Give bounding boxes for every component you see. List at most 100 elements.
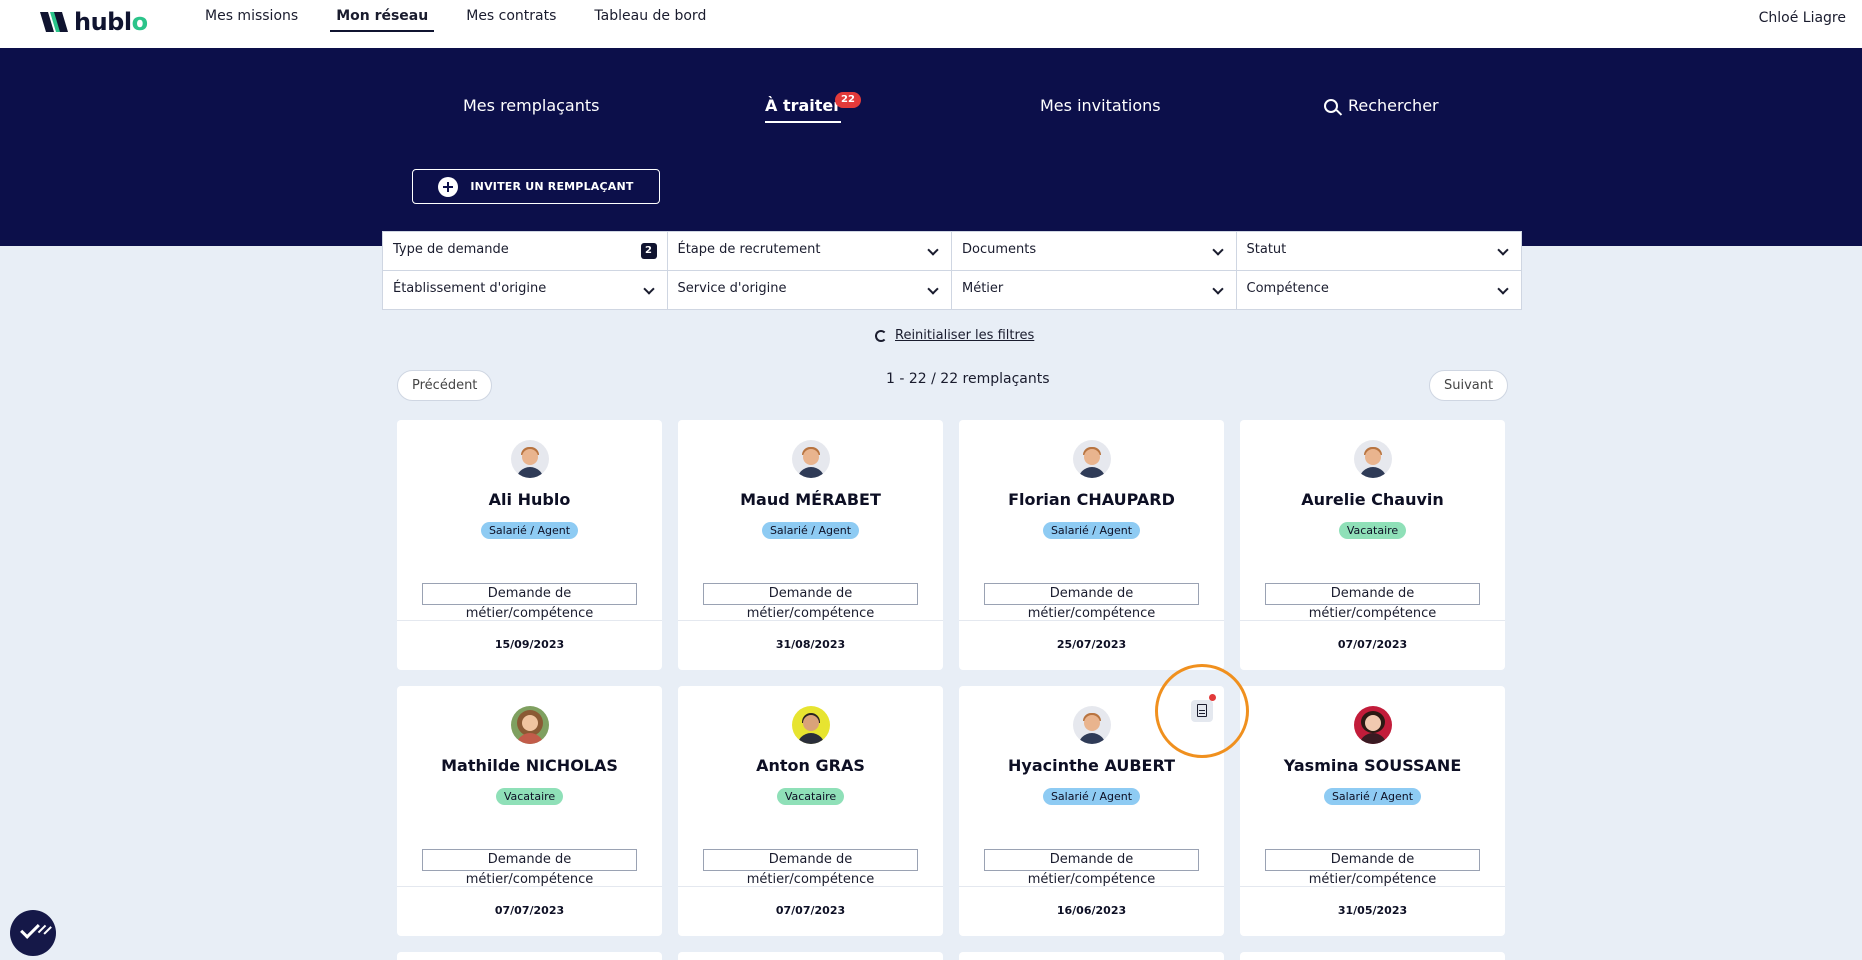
replacement-card[interactable]: Yasmina SOUSSANE Salarié / Agent Demande… — [1240, 686, 1505, 936]
avatar — [1072, 706, 1111, 744]
status-badge: Salarié / Agent — [1042, 522, 1141, 539]
previous-page-button[interactable]: Précédent — [397, 370, 493, 401]
request-tag: Demande de métier/compétence — [422, 849, 637, 887]
refresh-icon — [875, 329, 887, 342]
card-divider — [1240, 620, 1505, 621]
status-badge: Vacataire — [1338, 522, 1407, 539]
replacement-card[interactable]: Florian CHAUPARD Salarié / Agent Demande… — [959, 420, 1224, 670]
replacement-card[interactable] — [959, 952, 1224, 960]
network-header: Mes remplaçants À traiter 22 Mes invitat… — [0, 48, 1862, 246]
replacement-card[interactable] — [678, 952, 943, 960]
request-date: 07/07/2023 — [494, 904, 565, 917]
nav-tableau-de-bord[interactable]: Tableau de bord — [594, 0, 706, 32]
plus-circle-icon — [438, 176, 459, 197]
filter-documents[interactable]: Documents — [952, 232, 1237, 271]
replacement-card[interactable]: Maud MÉRABET Salarié / Agent Demande de … — [678, 420, 943, 670]
filter-label: Établissement d'origine — [393, 281, 547, 296]
card-name: Florian CHAUPARD — [1008, 490, 1175, 509]
check-icon — [20, 919, 40, 939]
request-date: 15/09/2023 — [494, 638, 565, 651]
avatar — [1353, 706, 1392, 744]
card-divider — [397, 886, 662, 887]
filter-count-badge: 2 — [640, 243, 657, 259]
reset-filters-label: Reinitialiser les filtres — [895, 328, 1035, 343]
status-badge: Salarié / Agent — [480, 522, 579, 539]
nav-mes-contrats[interactable]: Mes contrats — [466, 0, 556, 32]
filter-label: Étape de recrutement — [677, 242, 821, 257]
chevron-down-icon — [1497, 283, 1509, 295]
filter-label: Type de demande — [393, 242, 509, 257]
card-divider — [397, 620, 662, 621]
filters-panel: Type de demande 2 Étape de recrutement D… — [382, 231, 1522, 310]
filter-competence[interactable]: Compétence — [1237, 271, 1522, 310]
tab-mes-invitations[interactable]: Mes invitations — [1040, 96, 1161, 115]
reset-filters-link[interactable]: Reinitialiser les filtres — [875, 328, 1034, 343]
logo-text: hublo — [74, 8, 148, 36]
chevron-down-icon — [1497, 244, 1509, 256]
card-divider — [959, 620, 1224, 621]
status-badge: Vacataire — [776, 788, 845, 805]
tab-rechercher[interactable]: Rechercher — [1324, 96, 1439, 115]
request-tag: Demande de métier/compétence — [984, 849, 1199, 887]
top-navigation-bar: hublo Mes missions Mon réseau Mes contra… — [0, 0, 1862, 48]
avatar — [1353, 440, 1392, 478]
pending-count-badge: 22 — [835, 92, 861, 108]
avatar — [1072, 440, 1111, 478]
card-divider — [959, 886, 1224, 887]
tab-a-traiter-label: À traiter — [765, 96, 842, 115]
replacement-cards-grid: Ali Hublo Salarié / Agent Demande de mét… — [397, 420, 1507, 960]
replacement-card[interactable]: Mathilde NICHOLAS Vacataire Demande de m… — [397, 686, 662, 936]
request-date: 07/07/2023 — [1337, 638, 1408, 651]
invite-replacement-button[interactable]: INVITER UN REMPLAÇANT — [412, 169, 660, 204]
search-icon — [1324, 99, 1338, 113]
card-name: Aurelie Chauvin — [1301, 490, 1444, 509]
filter-label: Compétence — [1246, 281, 1329, 296]
filter-metier[interactable]: Métier — [952, 271, 1237, 310]
request-date: 16/06/2023 — [1056, 904, 1127, 917]
replacement-card[interactable] — [1240, 952, 1505, 960]
request-tag: Demande de métier/compétence — [422, 583, 637, 621]
request-tag: Demande de métier/compétence — [1265, 583, 1480, 621]
filter-etape-de-recrutement[interactable]: Étape de recrutement — [667, 232, 952, 271]
request-date: 31/05/2023 — [1337, 904, 1408, 917]
tab-mes-remplacants[interactable]: Mes remplaçants — [463, 96, 599, 115]
status-badge: Vacataire — [495, 788, 564, 805]
card-divider — [678, 620, 943, 621]
tab-a-traiter[interactable]: À traiter — [765, 96, 842, 123]
avatar — [791, 440, 830, 478]
replacement-card[interactable]: Aurelie Chauvin Vacataire Demande de mét… — [1240, 420, 1505, 670]
status-badge: Salarié / Agent — [761, 522, 860, 539]
request-date: 31/08/2023 — [775, 638, 846, 651]
filter-service-origine[interactable]: Service d'origine — [668, 271, 952, 310]
invite-button-label: INVITER UN REMPLAÇANT — [470, 180, 634, 193]
chevron-down-icon — [927, 244, 939, 256]
filter-type-de-demande[interactable]: Type de demande 2 — [383, 232, 668, 271]
highlight-ring — [1155, 664, 1249, 758]
card-divider — [678, 886, 943, 887]
filter-label: Documents — [962, 242, 1037, 257]
card-name: Anton GRAS — [756, 756, 865, 775]
request-tag: Demande de métier/compétence — [703, 583, 918, 621]
hublo-logo-icon — [40, 12, 68, 32]
chevron-down-icon — [1211, 244, 1224, 256]
replacement-card[interactable] — [397, 952, 662, 960]
tab-rechercher-label: Rechercher — [1348, 96, 1439, 115]
next-page-button[interactable]: Suivant — [1429, 370, 1509, 401]
avatar — [510, 440, 549, 478]
nav-mon-reseau[interactable]: Mon réseau — [330, 0, 435, 32]
nav-mes-missions[interactable]: Mes missions — [205, 0, 298, 32]
chevron-down-icon — [642, 283, 655, 295]
filter-statut[interactable]: Statut — [1236, 232, 1521, 271]
filter-label: Service d'origine — [677, 281, 787, 296]
checklist-fab[interactable] — [10, 910, 56, 956]
user-menu[interactable]: Chloé Liagre — [1759, 10, 1846, 26]
replacement-card[interactable]: Anton GRAS Vacataire Demande de métier/c… — [678, 686, 943, 936]
card-name: Ali Hublo — [488, 490, 571, 509]
hublo-logo[interactable]: hublo — [40, 8, 148, 36]
request-date: 25/07/2023 — [1056, 638, 1127, 651]
filter-etablissement-origine[interactable]: Établissement d'origine — [383, 271, 668, 310]
request-tag: Demande de métier/compétence — [984, 583, 1199, 621]
request-date: 07/07/2023 — [775, 904, 846, 917]
replacement-card[interactable]: Ali Hublo Salarié / Agent Demande de mét… — [397, 420, 662, 670]
card-name: Yasmina SOUSSANE — [1283, 756, 1462, 775]
